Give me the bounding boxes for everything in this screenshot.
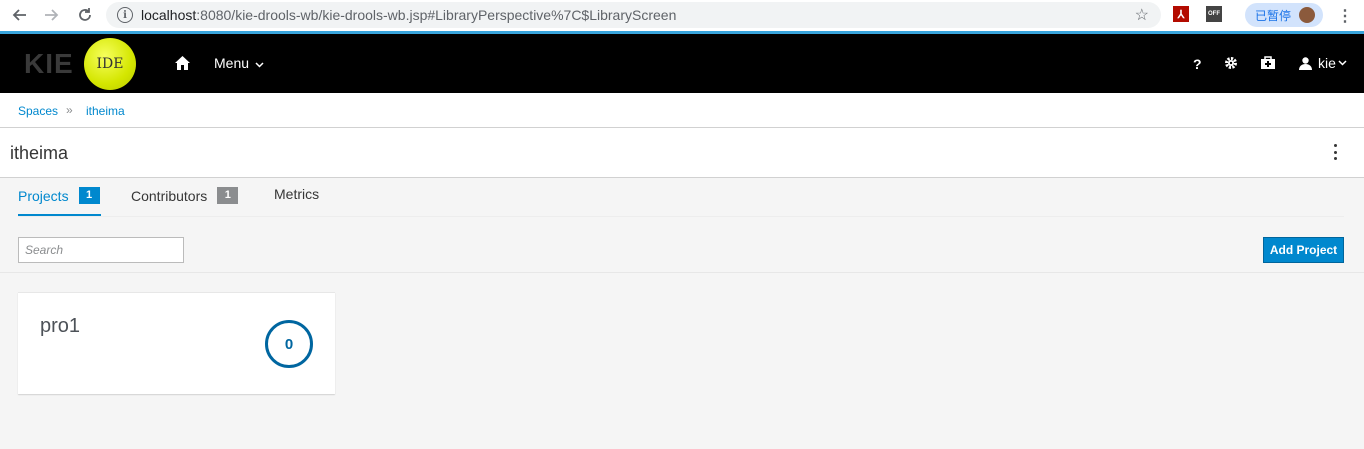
title-bar: itheima <box>0 128 1364 178</box>
medkit-icon[interactable] <box>1260 56 1276 73</box>
chevron-down-icon <box>1338 60 1347 66</box>
reload-icon[interactable] <box>75 5 95 25</box>
page-title: itheima <box>10 143 69 163</box>
menu-label: Menu <box>214 55 250 71</box>
breadcrumb-spaces[interactable]: Spaces <box>18 104 58 118</box>
tab-metrics[interactable]: Metrics <box>274 186 319 202</box>
tab-projects-label: Projects <box>18 187 69 204</box>
forward-arrow-icon[interactable] <box>42 5 62 25</box>
breadcrumb-separator: » <box>66 103 73 117</box>
browser-menu-icon[interactable]: ⋮ <box>1337 6 1353 26</box>
app-navbar: KIE IDE Menu ? kie <box>0 34 1364 93</box>
projects-count-badge: 1 <box>78 187 100 204</box>
add-project-button[interactable]: Add Project <box>1263 237 1344 263</box>
kebab-menu-icon[interactable] <box>1332 144 1338 160</box>
contributors-count-badge: 1 <box>217 187 239 204</box>
bookmark-star-icon[interactable]: ☆ <box>1135 5 1149 25</box>
address-bar[interactable]: i localhost:8080/kie-drools-wb/kie-drool… <box>106 2 1161 28</box>
logo-badge: IDE <box>84 38 136 90</box>
help-icon[interactable]: ? <box>1193 56 1202 72</box>
menu-dropdown[interactable]: Menu <box>214 55 264 71</box>
site-info-icon[interactable]: i <box>117 7 133 23</box>
tab-divider <box>18 216 1344 217</box>
breadcrumb: Spaces » itheima <box>0 93 1364 128</box>
user-label: kie <box>1318 55 1336 71</box>
tab-metrics-label: Metrics <box>274 186 320 202</box>
project-asset-count: 0 <box>265 320 313 368</box>
project-name[interactable]: pro1 <box>40 315 80 338</box>
home-icon[interactable] <box>175 56 191 72</box>
off-extension-icon[interactable]: OFF <box>1206 6 1222 22</box>
tab-bar: Projects 1 Contributors 1 Metrics <box>0 178 1364 218</box>
user-dropdown[interactable]: kie <box>1299 55 1347 71</box>
back-arrow-icon[interactable] <box>9 5 29 25</box>
profile-avatar <box>1299 7 1315 23</box>
tab-projects[interactable]: Projects 1 <box>18 187 100 204</box>
project-toolbar: Add Project <box>0 218 1364 273</box>
chevron-down-icon <box>255 62 264 68</box>
search-input[interactable] <box>18 237 184 263</box>
pdf-extension-icon[interactable]: ⅄ <box>1173 6 1189 22</box>
profile-paused-button[interactable]: 已暂停 <box>1245 3 1323 27</box>
project-card[interactable]: pro1 0 <box>18 292 335 394</box>
tab-contributors-label: Contributors <box>131 187 208 204</box>
browser-toolbar: i localhost:8080/kie-drools-wb/kie-drool… <box>0 0 1364 31</box>
url-text: localhost:8080/kie-drools-wb/kie-drools-… <box>141 7 677 23</box>
paused-label: 已暂停 <box>1255 8 1292 23</box>
logo-text: KIE <box>24 48 74 79</box>
tab-contributors[interactable]: Contributors 1 <box>131 187 239 204</box>
breadcrumb-space-itheima[interactable]: itheima <box>86 104 125 118</box>
gear-icon[interactable] <box>1224 56 1238 73</box>
user-icon <box>1299 56 1312 70</box>
